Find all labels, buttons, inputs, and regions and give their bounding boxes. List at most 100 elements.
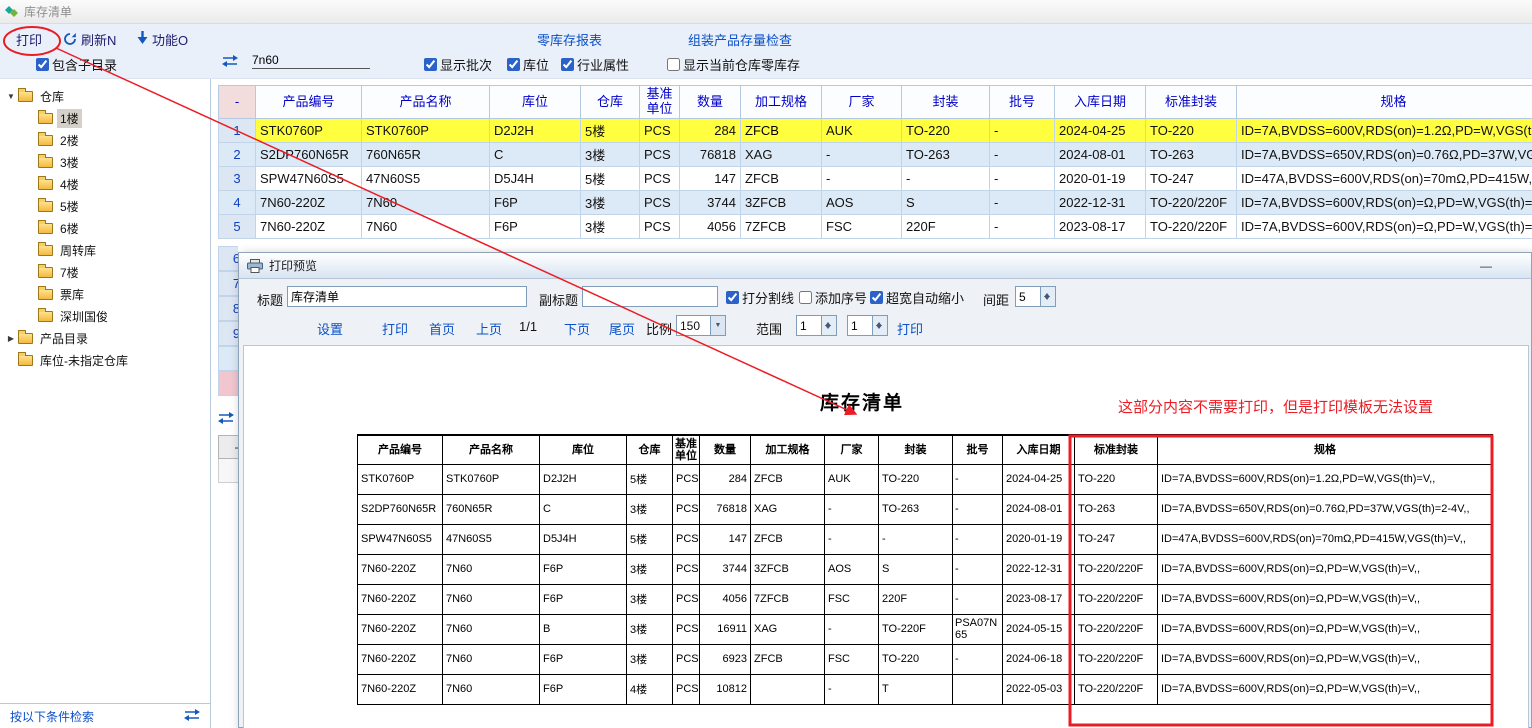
grid-cell[interactable]: D2J2H	[490, 119, 581, 143]
grid-cell[interactable]: TO-220	[1146, 119, 1237, 143]
grid-cell[interactable]: 3ZFCB	[741, 191, 822, 215]
grid-cell[interactable]: TO-263	[1146, 143, 1237, 167]
grid-cell[interactable]: -	[990, 191, 1055, 215]
sidebar-item-7楼[interactable]: 7楼	[0, 261, 210, 283]
divider-checkbox[interactable]: 打分割线	[726, 288, 794, 307]
inventory-col-header[interactable]: 批号	[990, 86, 1055, 119]
inventory-col-header[interactable]: 产品名称	[362, 86, 490, 119]
table-row[interactable]: 47N60-220Z7N60F6P3楼PCS37443ZFCBAOSS-2022…	[219, 191, 1532, 215]
grid-cell[interactable]: PCS	[640, 215, 680, 239]
grid-cell[interactable]: 284	[680, 119, 741, 143]
sidebar-item-5楼[interactable]: 5楼	[0, 195, 210, 217]
grid-cell[interactable]: 3楼	[581, 191, 640, 215]
sidebar-item-票库[interactable]: 票库	[0, 283, 210, 305]
search-conditions-label[interactable]: 按以下条件检索	[10, 708, 94, 725]
show-batch-input[interactable]	[424, 58, 437, 71]
grid-cell[interactable]: 147	[680, 167, 741, 191]
grid-cell[interactable]: SPW47N60S5	[256, 167, 362, 191]
inventory-col-header[interactable]: 加工规格	[741, 86, 822, 119]
industry-attr-input[interactable]	[561, 58, 574, 71]
next-page-button[interactable]: 下页	[564, 319, 590, 338]
sidebar-item-周转库[interactable]: 周转库	[0, 239, 210, 261]
grid-cell[interactable]: -	[990, 119, 1055, 143]
inventory-col-header[interactable]: 库位	[490, 86, 581, 119]
grid-cell[interactable]: TO-220	[902, 119, 990, 143]
grid-cell[interactable]: ID=7A,BVDSS=600V,RDS(on)=1.2Ω,PD=W,VGS(t…	[1237, 119, 1532, 143]
inventory-col-header[interactable]: -	[219, 86, 256, 119]
grid-cell[interactable]: 3楼	[581, 215, 640, 239]
row-number-cell[interactable]: 7	[218, 271, 238, 296]
dialog-titlebar[interactable]: 打印预览	[239, 253, 1531, 279]
autoshrink-input[interactable]	[870, 291, 883, 304]
grid-cell[interactable]: 2022-12-31	[1055, 191, 1146, 215]
inventory-col-header[interactable]: 产品编号	[256, 86, 362, 119]
include-subdirs-input[interactable]	[36, 58, 49, 71]
range-to-input[interactable]	[847, 315, 873, 336]
report-title-input[interactable]	[287, 286, 527, 307]
grid-cell[interactable]: 3744	[680, 191, 741, 215]
swap-icon[interactable]	[222, 55, 238, 70]
grid-cell[interactable]: 4056	[680, 215, 741, 239]
row-number-cell[interactable]: 6	[218, 246, 238, 271]
grid-cell[interactable]: F6P	[490, 191, 581, 215]
include-subdirs-checkbox[interactable]: 包含子目录	[36, 55, 117, 74]
range-to-stepper[interactable]	[847, 315, 888, 336]
last-page-button[interactable]: 尾页	[609, 319, 635, 338]
grid-cell[interactable]: F6P	[490, 215, 581, 239]
collapse-arrow-icon[interactable]: ▶	[5, 334, 17, 343]
functions-button[interactable]: 功能O	[152, 30, 188, 49]
grid-cell[interactable]: PCS	[640, 143, 680, 167]
spacing-input[interactable]	[1015, 286, 1041, 307]
grid-cell[interactable]: 220F	[902, 215, 990, 239]
grid-cell[interactable]: ZFCB	[741, 167, 822, 191]
grid-cell[interactable]: TO-220/220F	[1146, 191, 1237, 215]
row-number-cell[interactable]: 3	[219, 167, 256, 191]
chevron-down-icon[interactable]: ▼	[710, 316, 725, 335]
grid-cell[interactable]: -	[902, 167, 990, 191]
grid-cell[interactable]: ID=7A,BVDSS=600V,RDS(on)=Ω,PD=W,VGS(th)=…	[1237, 215, 1532, 239]
row-number-cell[interactable]: 9	[218, 321, 238, 346]
table-row[interactable]: 57N60-220Z7N60F6P3楼PCS40567ZFCBFSC220F-2…	[219, 215, 1532, 239]
grid-cell[interactable]: 7N60-220Z	[256, 215, 362, 239]
grid-cell[interactable]: 76818	[680, 143, 741, 167]
inventory-col-header[interactable]: 封装	[902, 86, 990, 119]
print-button[interactable]: 打印	[16, 30, 42, 49]
grid-cell[interactable]: AUK	[822, 119, 902, 143]
row-number-cell[interactable]: 2	[219, 143, 256, 167]
grid-cell[interactable]: PCS	[640, 119, 680, 143]
swap-icon[interactable]	[218, 412, 234, 427]
spacing-stepper[interactable]	[1015, 286, 1056, 307]
sidebar-item-warehouse-root[interactable]: ▼ 仓库	[0, 85, 210, 107]
grid-cell[interactable]: 760N65R	[362, 143, 490, 167]
print-button[interactable]: 打印	[382, 319, 408, 338]
grid-cell[interactable]: 7N60-220Z	[256, 191, 362, 215]
grid-cell[interactable]: -	[990, 167, 1055, 191]
grid-cell[interactable]: TO-247	[1146, 167, 1237, 191]
swap-icon[interactable]	[184, 709, 200, 724]
grid-cell[interactable]: 5楼	[581, 167, 640, 191]
first-page-button[interactable]: 首页	[429, 319, 455, 338]
inventory-col-header[interactable]: 基准单位	[640, 86, 680, 119]
sidebar-item-6楼[interactable]: 6楼	[0, 217, 210, 239]
range-from-input[interactable]	[796, 315, 822, 336]
grid-cell[interactable]: -	[990, 215, 1055, 239]
grid-cell[interactable]: 2024-04-25	[1055, 119, 1146, 143]
refresh-button[interactable]: 刷新N	[81, 30, 116, 49]
sidebar-item-1楼[interactable]: 1楼	[0, 107, 210, 129]
show-zero-stock-checkbox[interactable]: 显示当前仓库零库存	[667, 55, 800, 74]
expand-arrow-icon[interactable]: ▼	[5, 92, 17, 101]
grid-cell[interactable]: -	[990, 143, 1055, 167]
grid-cell[interactable]: S2DP760N65R	[256, 143, 362, 167]
row-number-cell[interactable]: 4	[219, 191, 256, 215]
grid-cell[interactable]: 7N60	[362, 215, 490, 239]
grid-cell[interactable]: STK0760P	[256, 119, 362, 143]
inventory-col-header[interactable]: 数量	[680, 86, 741, 119]
grid-cell[interactable]: ID=47A,BVDSS=600V,RDS(on)=70mΩ,PD=415W,V…	[1237, 167, 1532, 191]
grid-cell[interactable]: 2023-08-17	[1055, 215, 1146, 239]
row-number-cell[interactable]: 1	[219, 119, 256, 143]
row-number-cell[interactable]: 5	[219, 215, 256, 239]
sidebar-item-product-catalog[interactable]: ▶ 产品目录	[0, 327, 210, 349]
industry-attr-checkbox[interactable]: 行业属性	[561, 55, 629, 74]
grid-cell[interactable]: 5楼	[581, 119, 640, 143]
autoshrink-checkbox[interactable]: 超宽自动缩小	[870, 288, 964, 307]
